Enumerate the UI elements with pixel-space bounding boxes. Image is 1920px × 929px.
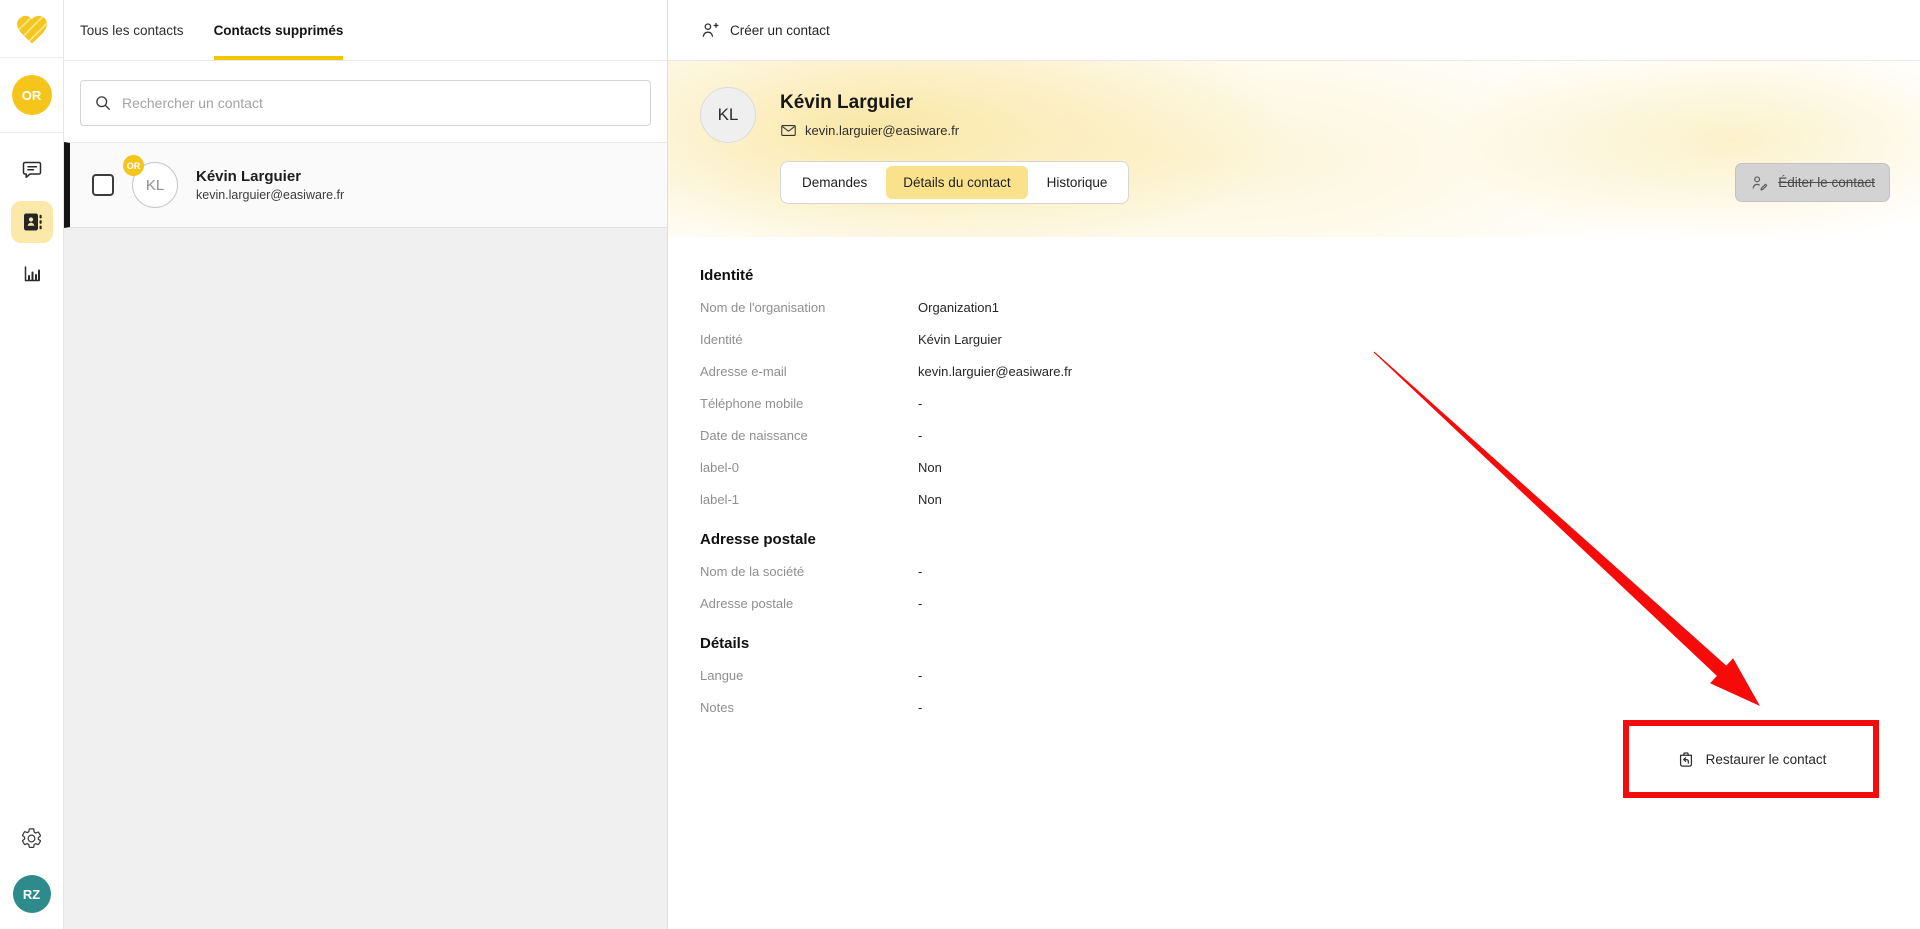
field-row: Téléphone mobile - (700, 387, 1920, 419)
contact-header-email-row: kevin.larguier@easiware.fr (780, 123, 959, 138)
field-label: Nom de la société (700, 564, 918, 579)
field-value: - (918, 700, 922, 715)
app-window: OR (0, 0, 1920, 929)
tab-all-contacts[interactable]: Tous les contacts (80, 0, 184, 60)
contact-list-tabs: Tous les contacts Contacts supprimés (64, 0, 667, 61)
search-icon (94, 94, 112, 112)
field-label: label-0 (700, 460, 918, 475)
nav-contacts-button[interactable] (11, 201, 53, 243)
field-value: - (918, 668, 922, 683)
heart-logo-icon (13, 12, 51, 46)
contact-name: Kévin Larguier (196, 168, 344, 185)
section-adresse-postale: Adresse postale Nom de la société - Adre… (700, 531, 1920, 619)
field-label: Notes (700, 700, 918, 715)
nav-stats-button[interactable] (11, 253, 53, 295)
search-area (64, 61, 667, 142)
section-title: Identité (700, 267, 1920, 284)
contact-checkbox[interactable] (92, 174, 114, 196)
field-row: label-1 Non (700, 483, 1920, 515)
trash-restore-icon (1676, 749, 1696, 769)
create-contact-button[interactable]: Créer un contact (700, 20, 830, 40)
person-plus-icon (700, 20, 720, 40)
contact-list-panel: Tous les contacts Contacts supprimés KL … (64, 0, 668, 929)
contact-detail-content: Identité Nom de l'organisation Organizat… (668, 237, 1920, 929)
field-row: Adresse e-mail kevin.larguier@easiware.f… (700, 355, 1920, 387)
field-value: Kévin Larguier (918, 332, 1002, 347)
bar-chart-icon (20, 262, 44, 286)
contact-email: kevin.larguier@easiware.fr (196, 188, 344, 202)
org-badge: OR (123, 155, 144, 176)
section-title: Détails (700, 635, 1920, 652)
section-details: Détails Langue - Notes - (700, 635, 1920, 723)
field-label: Identité (700, 332, 918, 347)
restore-contact-label: Restaurer le contact (1706, 752, 1827, 767)
org-avatar[interactable]: OR (12, 75, 52, 115)
edit-contact-label: Éditer le contact (1778, 175, 1875, 190)
contact-list-item[interactable]: KL OR Kévin Larguier kevin.larguier@easi… (64, 142, 667, 228)
field-value: - (918, 428, 922, 443)
user-avatar[interactable]: RZ (13, 875, 51, 913)
field-value: - (918, 564, 922, 579)
header-tabs-row: Demandes Détails du contact Historique É… (780, 161, 1890, 204)
field-row: Nom de l'organisation Organization1 (700, 291, 1920, 323)
contact-search-box[interactable] (80, 80, 651, 126)
field-row: Date de naissance - (700, 419, 1920, 451)
field-value: - (918, 396, 922, 411)
detail-tab-group: Demandes Détails du contact Historique (780, 161, 1129, 204)
field-label: Téléphone mobile (700, 396, 918, 411)
field-label: Nom de l'organisation (700, 300, 918, 315)
contact-avatar: KL OR (132, 162, 178, 208)
envelope-icon (780, 123, 797, 138)
org-avatar-section: OR (0, 58, 63, 133)
field-label: Adresse e-mail (700, 364, 918, 379)
tab-demandes[interactable]: Demandes (785, 166, 884, 199)
field-value: Non (918, 460, 942, 475)
address-book-icon (20, 210, 44, 234)
field-label: Langue (700, 668, 918, 683)
contact-header-name: Kévin Larguier (780, 92, 959, 114)
contact-header-row: KL Kévin Larguier kevin.larguier@easiwar… (700, 87, 1890, 143)
restore-contact-button[interactable]: Restaurer le contact (1676, 749, 1827, 769)
app-logo (0, 0, 63, 58)
edit-contact-button[interactable]: Éditer le contact (1735, 163, 1890, 202)
settings-button[interactable] (11, 817, 53, 859)
field-value: Non (918, 492, 942, 507)
field-row: Notes - (700, 691, 1920, 723)
tab-details-du-contact[interactable]: Détails du contact (886, 166, 1027, 199)
main-topbar: Créer un contact (668, 0, 1920, 61)
search-input[interactable] (122, 95, 637, 111)
contact-texts: Kévin Larguier kevin.larguier@easiware.f… (196, 168, 344, 202)
field-value: kevin.larguier@easiware.fr (918, 364, 1072, 379)
tab-deleted-contacts[interactable]: Contacts supprimés (214, 0, 344, 60)
field-label: Adresse postale (700, 596, 918, 611)
contact-header: KL Kévin Larguier kevin.larguier@easiwar… (668, 61, 1920, 237)
section-identite: Identité Nom de l'organisation Organizat… (700, 267, 1920, 515)
field-row: Adresse postale - (700, 587, 1920, 619)
gear-icon (20, 827, 43, 850)
field-value: Organization1 (918, 300, 999, 315)
field-value: - (918, 596, 922, 611)
field-row: Nom de la société - (700, 555, 1920, 587)
field-row: label-0 Non (700, 451, 1920, 483)
rail-nav (11, 133, 53, 295)
annotation-highlight-box: Restaurer le contact (1623, 720, 1879, 798)
field-label: label-1 (700, 492, 918, 507)
field-label: Date de naissance (700, 428, 918, 443)
nav-rail: OR (0, 0, 64, 929)
field-row: Identité Kévin Larguier (700, 323, 1920, 355)
field-row: Langue - (700, 659, 1920, 691)
person-edit-icon (1750, 173, 1769, 192)
contact-header-avatar: KL (700, 87, 756, 143)
section-title: Adresse postale (700, 531, 1920, 548)
nav-conversations-button[interactable] (11, 149, 53, 191)
create-contact-label: Créer un contact (730, 23, 830, 38)
chat-bubble-icon (20, 158, 44, 182)
contact-header-email: kevin.larguier@easiware.fr (805, 123, 959, 138)
tab-historique[interactable]: Historique (1030, 166, 1125, 199)
rail-bottom: RZ (11, 817, 53, 929)
contact-header-texts: Kévin Larguier kevin.larguier@easiware.f… (780, 92, 959, 138)
